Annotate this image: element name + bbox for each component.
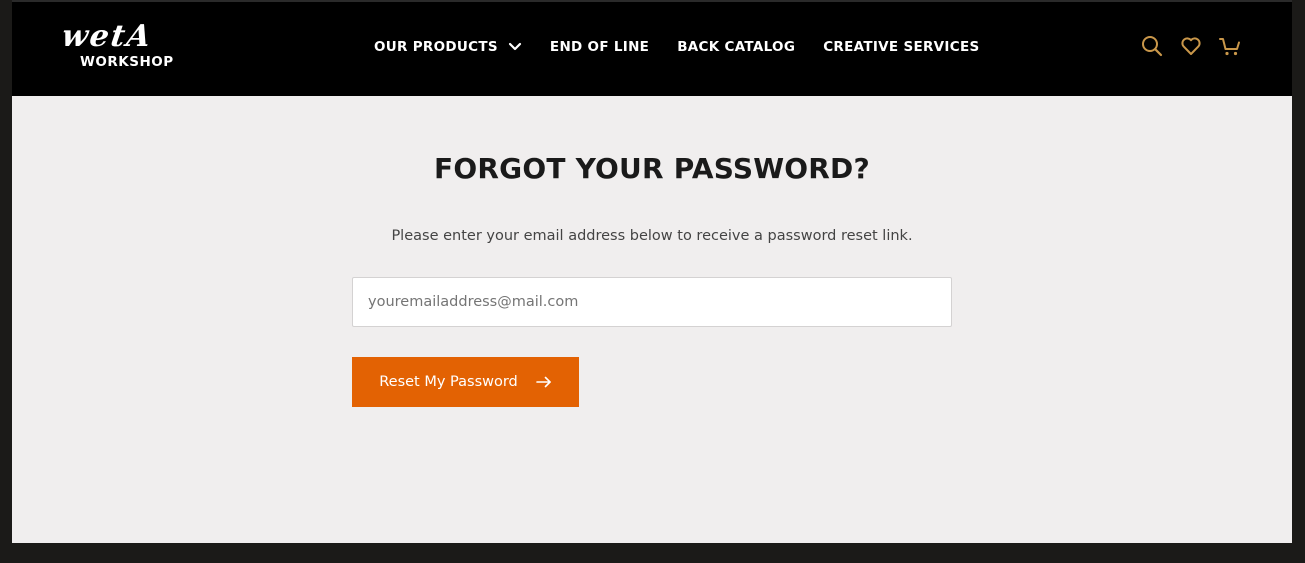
nav-item-back-catalog[interactable]: BACK CATALOG	[677, 39, 795, 55]
header-icons	[1140, 34, 1242, 58]
arrow-right-icon	[535, 376, 551, 388]
email-field[interactable]	[352, 277, 952, 327]
nav-item-our-products[interactable]: OUR PRODUCTS	[374, 39, 522, 55]
nav-label: OUR PRODUCTS	[374, 39, 498, 55]
main-nav: OUR PRODUCTS END OF LINE BACK CATALOG CR…	[374, 37, 980, 57]
heart-icon[interactable]	[1179, 34, 1203, 58]
site-header: wetA WORKSHOP OUR PRODUCTS END OF LINE B…	[12, 0, 1292, 96]
page-frame: wetA WORKSHOP OUR PRODUCTS END OF LINE B…	[12, 0, 1292, 543]
reset-button-label: Reset My Password	[379, 374, 518, 390]
nav-item-creative-services[interactable]: CREATIVE SERVICES	[823, 39, 979, 55]
nav-label: BACK CATALOG	[677, 39, 796, 55]
logo-wordmark: wetA	[59, 19, 155, 54]
cart-icon[interactable]	[1218, 34, 1242, 58]
weta-workshop-logo[interactable]: wetA WORKSHOP	[60, 19, 192, 74]
main-content: FORGOT YOUR PASSWORD? Please enter your …	[12, 96, 1292, 543]
nav-label: CREATIVE SERVICES	[823, 39, 980, 55]
chevron-down-icon	[508, 42, 522, 51]
reset-password-button[interactable]: Reset My Password	[352, 357, 579, 407]
page-title: FORGOT YOUR PASSWORD?	[434, 152, 870, 185]
logo-subtitle: WORKSHOP	[80, 54, 174, 70]
nav-label: END OF LINE	[549, 39, 650, 55]
search-icon[interactable]	[1140, 34, 1164, 58]
page-description: Please enter your email address below to…	[391, 228, 913, 244]
nav-item-end-of-line[interactable]: END OF LINE	[550, 39, 649, 55]
